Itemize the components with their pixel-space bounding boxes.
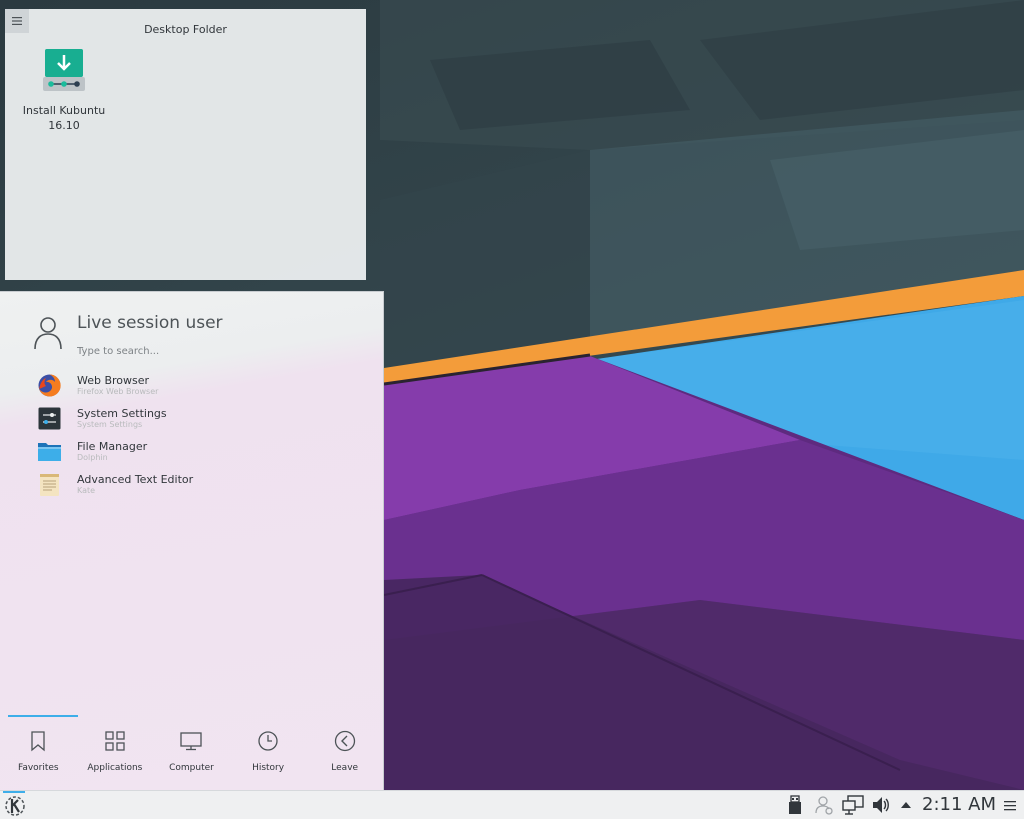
panel-clock[interactable]: 2:11 AM xyxy=(922,794,996,815)
text-editor-icon xyxy=(40,474,59,496)
kde-launcher-button[interactable] xyxy=(3,793,27,817)
tab-label: Favorites xyxy=(17,763,59,773)
folder-title: Desktop Folder xyxy=(144,23,227,36)
search-input[interactable] xyxy=(77,343,357,359)
launcher-tabs: Favorites Applications Computer History … xyxy=(0,722,383,782)
favorite-subtitle: Kate xyxy=(77,486,96,495)
desktop-folder-widget: Desktop Folder Install Kubuntu 16.10 xyxy=(5,9,366,280)
grid-icon xyxy=(105,731,125,751)
monitor-icon xyxy=(180,732,203,751)
favorites-list: Web Browser Firefox Web Browser System S… xyxy=(0,370,383,502)
tab-applications[interactable]: Applications xyxy=(77,722,154,782)
volume-icon[interactable] xyxy=(871,795,891,815)
tab-history[interactable]: History xyxy=(230,722,307,782)
favorite-system-settings[interactable]: System Settings System Settings xyxy=(0,403,383,436)
usb-icon[interactable] xyxy=(786,795,804,815)
network-icon[interactable] xyxy=(842,795,864,815)
favorite-name: Advanced Text Editor xyxy=(77,473,194,486)
favorite-name: Web Browser xyxy=(77,374,150,387)
bookmark-icon xyxy=(31,731,45,752)
tab-favorites[interactable]: Favorites xyxy=(0,722,77,782)
favorite-name: System Settings xyxy=(77,407,167,420)
application-launcher: Live session user Web Browser Firefox We… xyxy=(0,291,384,790)
system-settings-icon xyxy=(38,407,61,430)
favorite-name: File Manager xyxy=(77,440,148,453)
tab-label: Computer xyxy=(169,763,214,773)
user-icon xyxy=(34,317,62,350)
expand-arrow-icon[interactable] xyxy=(899,795,913,815)
clock-icon xyxy=(258,731,278,751)
desktop-icon-install-kubuntu[interactable]: Install Kubuntu 16.10 xyxy=(19,47,109,133)
favorite-subtitle: System Settings xyxy=(77,420,143,429)
user-name: Live session user xyxy=(77,313,223,333)
tab-label: Applications xyxy=(87,763,143,773)
favorite-text-editor[interactable]: Advanced Text Editor Kate xyxy=(0,469,383,502)
active-tab-indicator xyxy=(8,715,78,717)
favorite-file-manager[interactable]: File Manager Dolphin xyxy=(0,436,383,469)
tab-label: Leave xyxy=(331,763,359,773)
tab-leave[interactable]: Leave xyxy=(306,722,383,782)
installer-icon xyxy=(43,49,85,91)
kde-logo-icon xyxy=(5,796,25,816)
firefox-icon xyxy=(38,374,61,397)
favorite-subtitle: Firefox Web Browser xyxy=(77,387,159,396)
back-arrow-icon xyxy=(334,730,355,752)
desktop-icon-label: Install Kubuntu 16.10 xyxy=(22,104,106,132)
panel-menu-icon[interactable] xyxy=(1002,795,1018,815)
tab-label: History xyxy=(252,763,285,773)
favorite-subtitle: Dolphin xyxy=(77,453,108,462)
tab-computer[interactable]: Computer xyxy=(153,722,230,782)
user-switch-icon[interactable] xyxy=(814,795,834,815)
taskbar-panel: 2:11 AM xyxy=(0,790,1024,819)
favorite-web-browser[interactable]: Web Browser Firefox Web Browser xyxy=(0,370,383,403)
folder-icon xyxy=(38,443,61,461)
